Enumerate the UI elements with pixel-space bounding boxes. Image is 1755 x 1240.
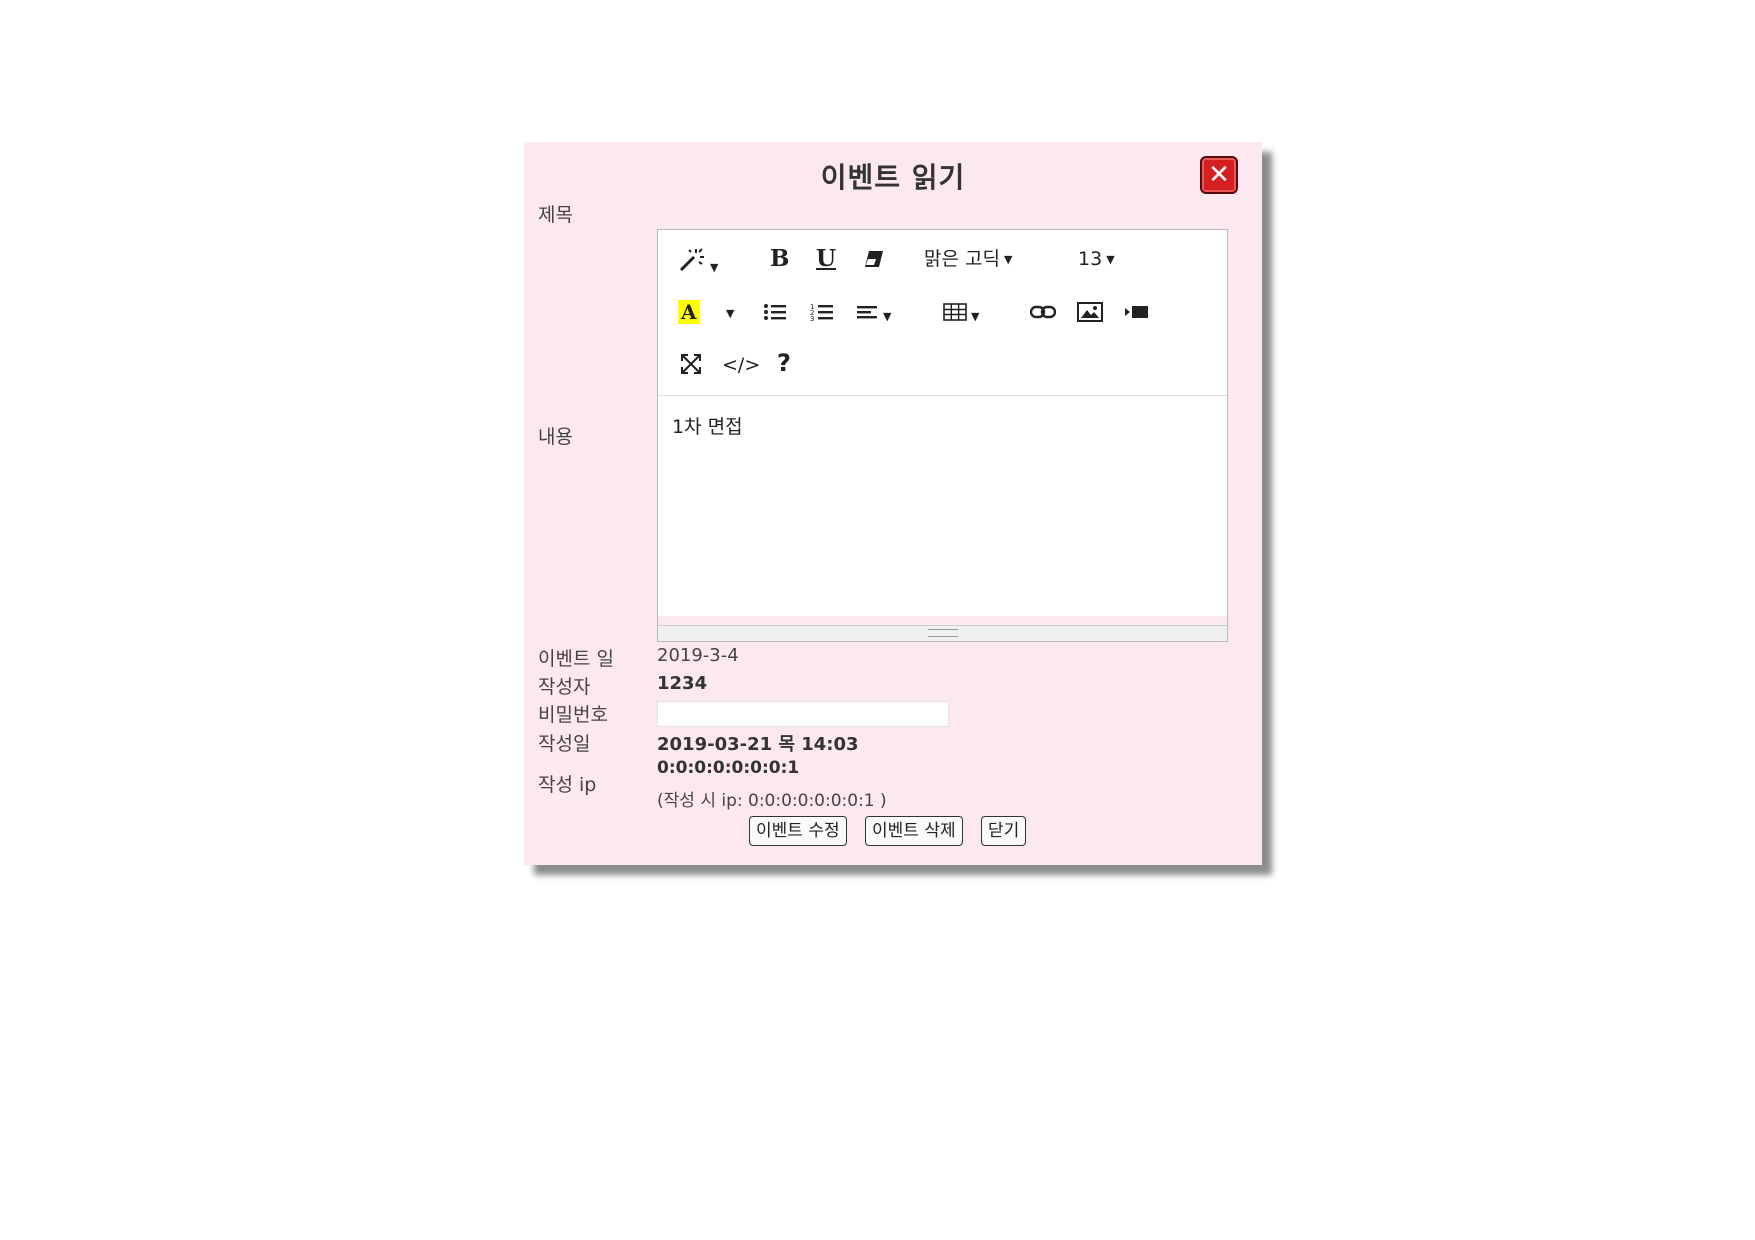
align-dropdown[interactable]: ▼ [857, 302, 891, 329]
unordered-list-button[interactable] [763, 302, 787, 327]
editor-content-area[interactable]: 1차 면접 [658, 396, 1227, 616]
dialog-title: 이벤트 읽기 [820, 161, 966, 194]
label-ip: 작성 ip [538, 774, 597, 796]
label-password: 비밀번호 [538, 704, 608, 726]
video-button[interactable] [1124, 302, 1150, 327]
ordered-list-button[interactable]: 1 2 3 [810, 302, 834, 327]
author-value: 1234 [657, 673, 708, 694]
fullscreen-button[interactable] [680, 353, 702, 380]
video-icon [1125, 306, 1148, 318]
font-name-dropdown[interactable]: 맑은 고딕 ▼ [924, 247, 1012, 272]
label-created: 작성일 [538, 733, 591, 755]
style-dropdown[interactable]: ▼ [678, 247, 718, 280]
ip-note: (작성 시 ip: 0:0:0:0:0:0:0:1 ) [657, 791, 887, 811]
delete-event-button[interactable]: 이벤트 삭제 [865, 816, 963, 846]
font-name-value: 맑은 고딕 [924, 248, 1000, 270]
align-icon [857, 306, 877, 319]
editor-resize-bar[interactable] [658, 625, 1227, 641]
picture-icon [1077, 302, 1103, 322]
label-subject: 제목 [538, 204, 573, 226]
svg-text:3: 3 [810, 315, 814, 322]
table-dropdown[interactable]: ▼ [943, 302, 979, 329]
event-date-value: 2019-3-4 [657, 645, 739, 666]
created-value: 2019-03-21 목 14:03 [657, 734, 859, 755]
link-icon [1029, 305, 1057, 319]
picture-button[interactable] [1077, 302, 1103, 327]
ip-value: 0:0:0:0:0:0:0:1 [657, 758, 800, 778]
ordered-list-icon: 1 2 3 [810, 303, 833, 323]
help-button[interactable]: ? [777, 351, 791, 375]
bold-button[interactable]: B [770, 247, 789, 271]
editor-toolbar: ▼ B U 맑은 고딕 ▼ 13 ▼ A ▼ 1 2 3 ▼ ▼ </> ? [658, 230, 1227, 396]
label-event-date: 이벤트 일 [538, 648, 614, 670]
text-color-button[interactable]: A [678, 300, 700, 324]
label-content: 내용 [538, 426, 573, 448]
label-author: 작성자 [538, 676, 591, 698]
editor-content-text: 1차 면접 [672, 416, 743, 438]
password-field[interactable] [657, 701, 949, 727]
text-color-dropdown[interactable]: ▼ [722, 300, 734, 326]
unordered-list-icon [764, 304, 786, 320]
codeview-button[interactable]: </> [722, 353, 760, 377]
chevron-down-icon: ▼ [726, 306, 735, 320]
text-color-letter: A [678, 300, 700, 324]
event-read-dialog: 이벤트 읽기 ✕ 제목 ▼ B U 맑은 고딕 ▼ 13 ▼ A ▼ 1 2 3… [524, 142, 1262, 865]
rich-text-editor: ▼ B U 맑은 고딕 ▼ 13 ▼ A ▼ 1 2 3 ▼ ▼ </> ? 1… [657, 229, 1228, 642]
font-size-dropdown[interactable]: 13 ▼ [1078, 247, 1115, 272]
edit-event-button[interactable]: 이벤트 수정 [749, 816, 847, 846]
close-icon[interactable]: ✕ [1200, 156, 1238, 194]
eraser-button[interactable] [863, 249, 885, 274]
underline-button[interactable]: U [816, 247, 836, 271]
magic-wand-icon [679, 248, 704, 272]
font-size-value: 13 [1078, 248, 1103, 270]
resize-grip-icon [927, 629, 958, 637]
link-button[interactable] [1029, 302, 1057, 327]
fullscreen-icon [681, 354, 701, 374]
close-button[interactable]: 닫기 [981, 816, 1027, 846]
table-icon [943, 303, 967, 321]
eraser-icon [865, 251, 883, 267]
